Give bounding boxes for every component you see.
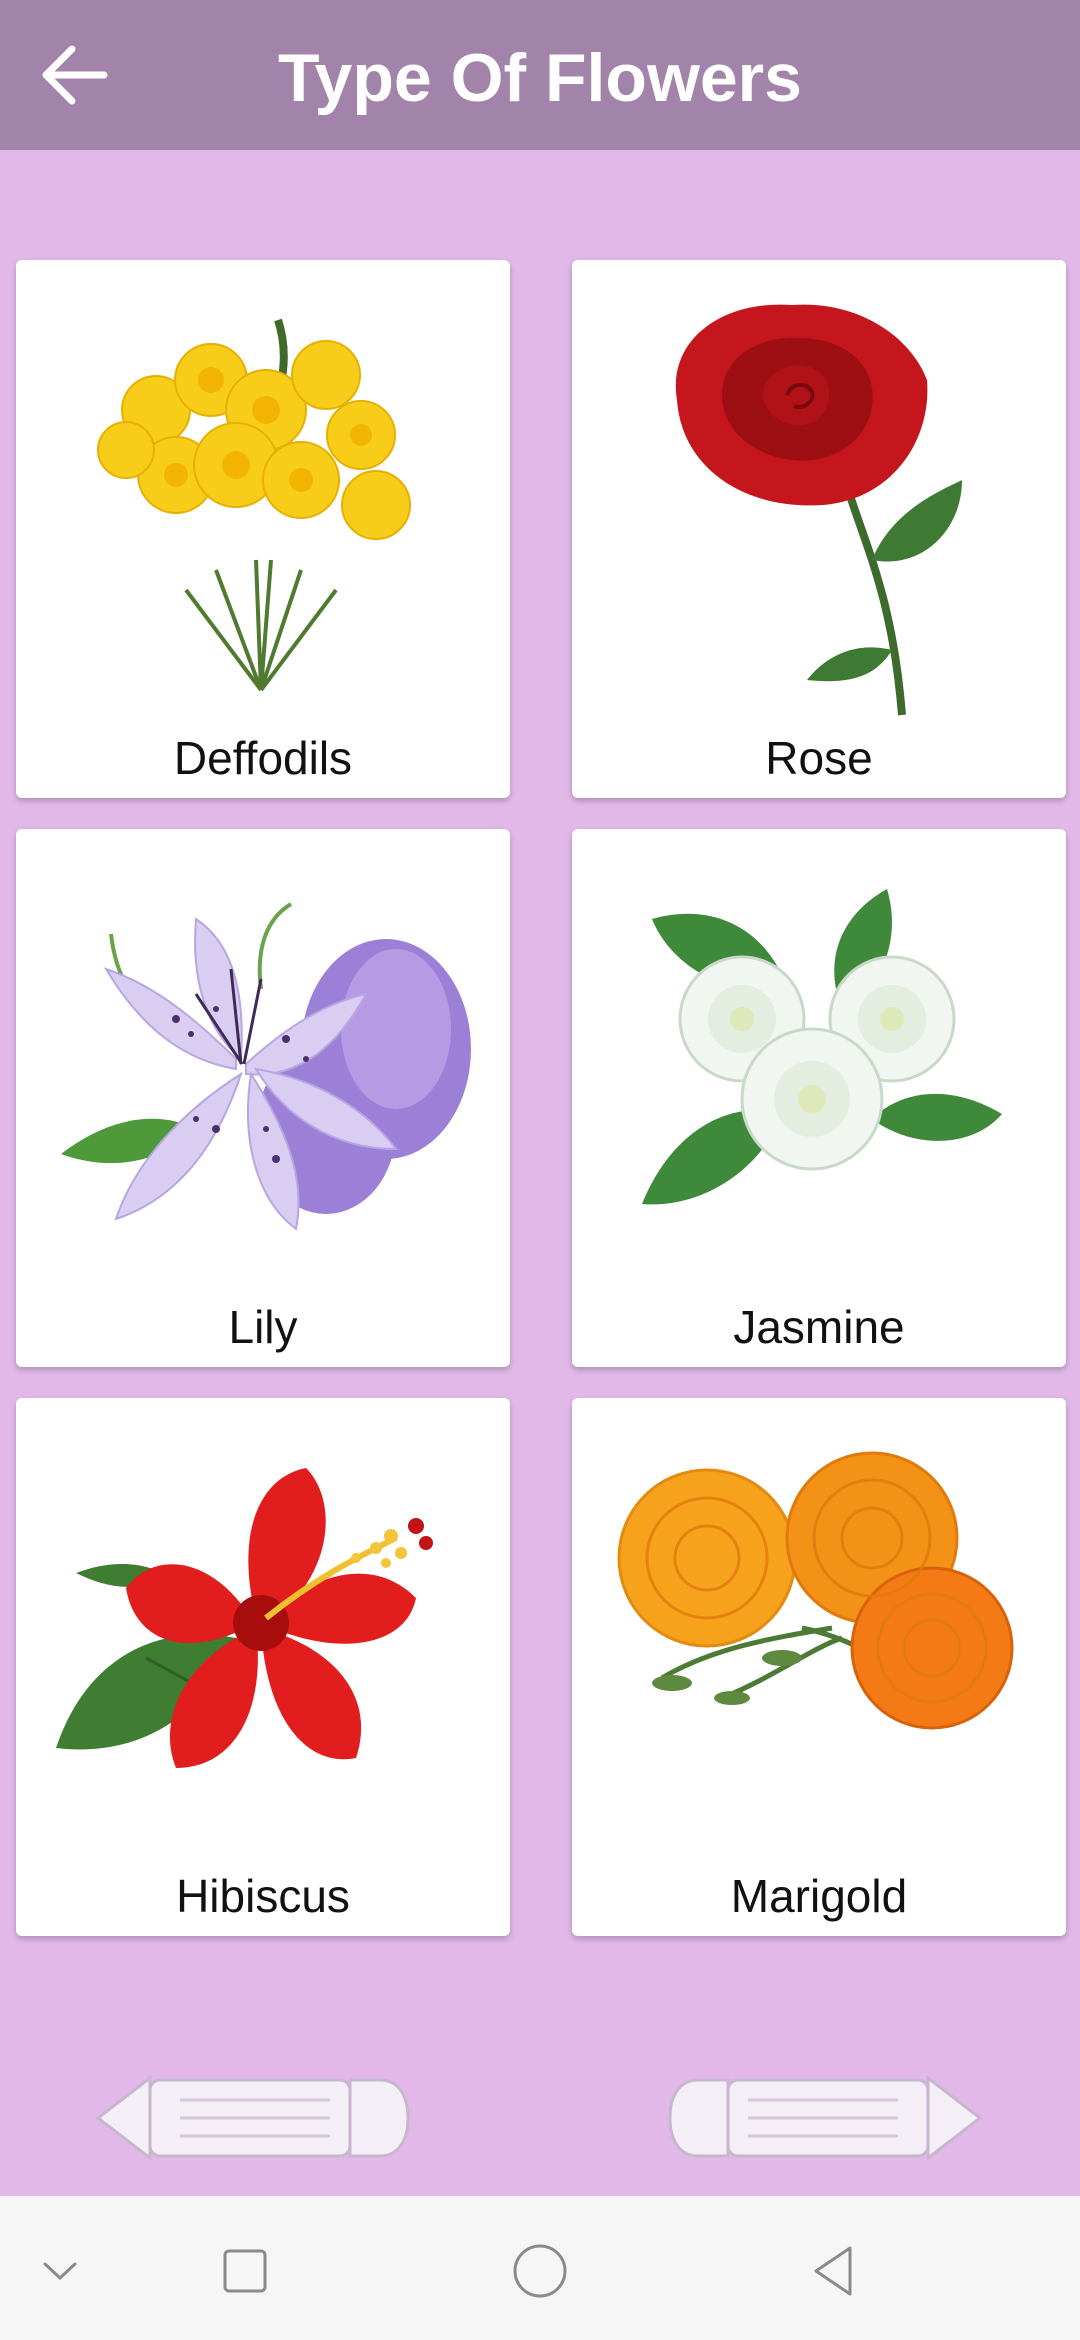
flower-card-rose[interactable]: Rose — [572, 260, 1066, 798]
flower-label: Lily — [228, 1301, 298, 1353]
flower-card-daffodil[interactable]: Deffodils — [16, 260, 510, 798]
flower-card-jasmine[interactable]: Jasmine — [572, 829, 1066, 1367]
back-nav-button[interactable] — [800, 2236, 870, 2306]
marigold-image — [617, 1451, 1014, 1730]
flower-label: Jasmine — [733, 1301, 905, 1353]
hibiscus-image — [56, 1468, 433, 1768]
jasmine-image — [642, 889, 1002, 1205]
flower-label: Rose — [765, 732, 873, 784]
triangle-back-icon — [814, 2246, 852, 2296]
flower-card-hibiscus[interactable]: Hibiscus — [16, 1398, 510, 1936]
hide-nav-button[interactable] — [25, 2236, 95, 2306]
flower-card-marigold[interactable]: Marigold — [572, 1398, 1066, 1936]
system-navigation-bar — [0, 2196, 1080, 2340]
app-bar: Type Of Flowers — [0, 0, 1080, 150]
flower-card-lily[interactable]: Lily — [16, 829, 510, 1367]
square-recents-icon — [223, 2249, 267, 2293]
home-button[interactable] — [505, 2236, 575, 2306]
page-title: Type Of Flowers — [278, 40, 802, 116]
lily-image — [61, 902, 471, 1231]
pencil-arrow-left-icon — [95, 2074, 410, 2162]
daffodil-image — [97, 318, 411, 692]
rose-image — [675, 304, 962, 716]
recents-button[interactable] — [210, 2236, 280, 2306]
pencil-arrow-right-icon — [668, 2074, 983, 2162]
flower-label: Marigold — [730, 1870, 908, 1922]
previous-button[interactable] — [90, 2068, 410, 2168]
circle-home-icon — [513, 2244, 567, 2298]
flower-label: Hibiscus — [176, 1870, 350, 1922]
chevron-down-icon — [43, 2262, 77, 2281]
next-button[interactable] — [668, 2068, 988, 2168]
flower-label: Deffodils — [173, 732, 353, 784]
